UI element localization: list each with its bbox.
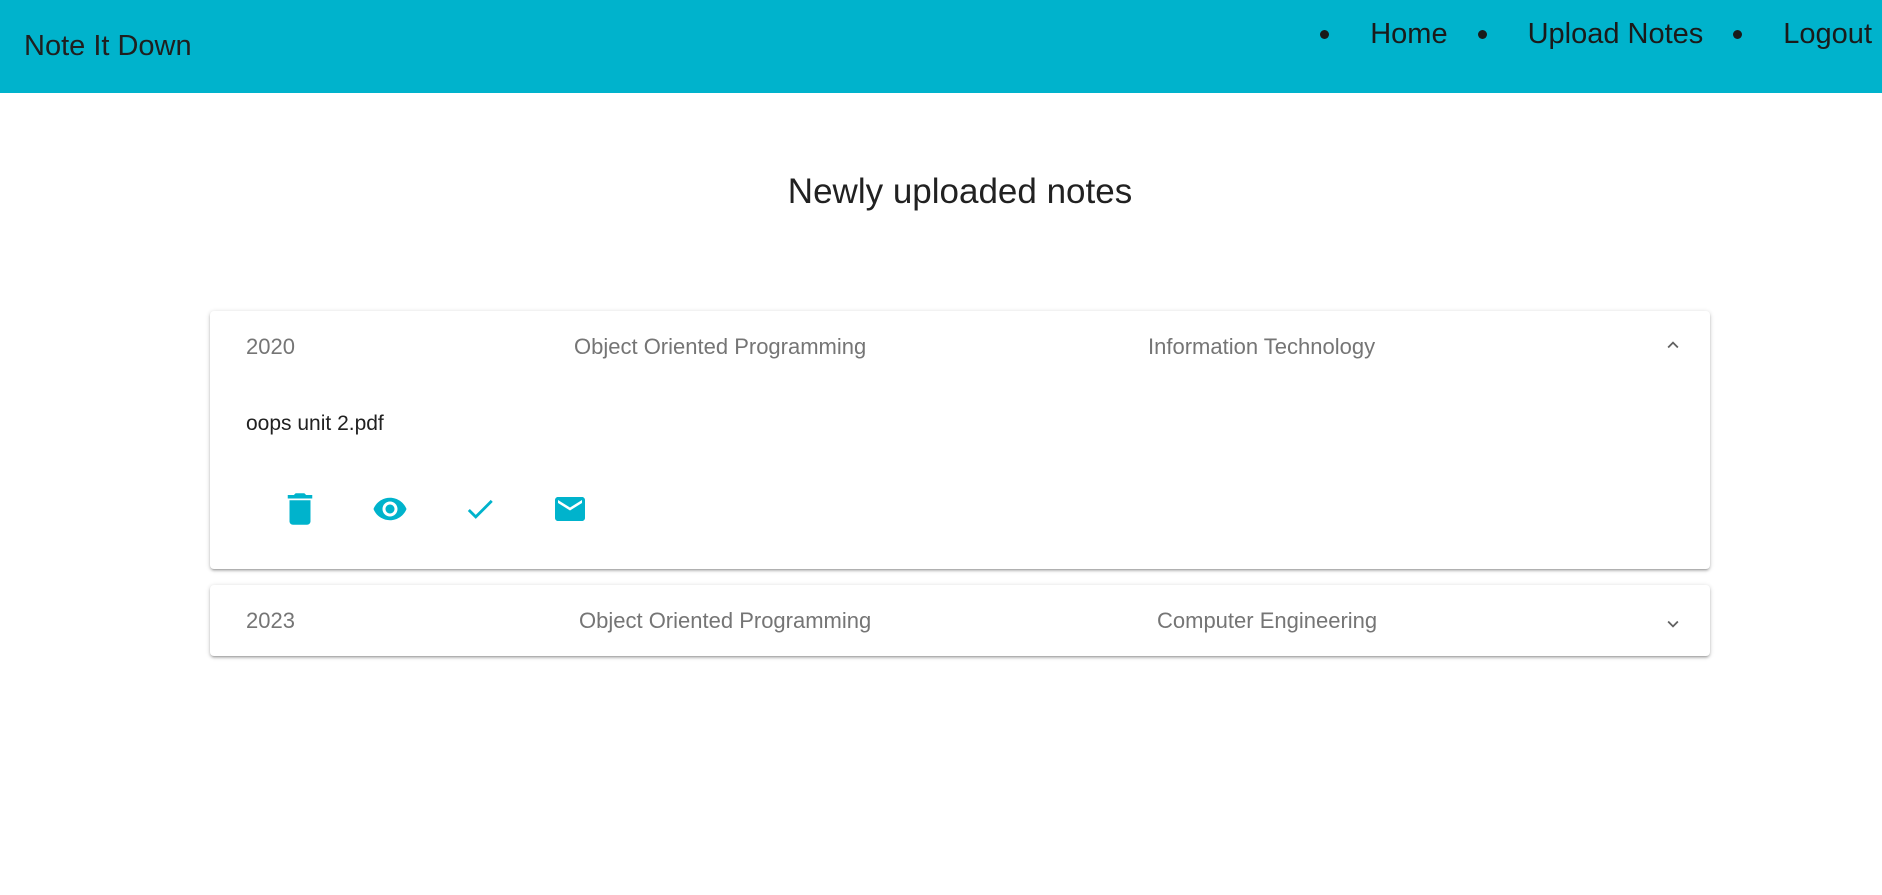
chevron-up-icon[interactable]	[1662, 334, 1684, 356]
nav-links: Home Upload Notes Logout	[1320, 15, 1872, 53]
note-card-header[interactable]: 2023 Object Oriented Programming Compute…	[210, 585, 1710, 657]
page-title: Newly uploaded notes	[787, 172, 1133, 211]
note-card-header[interactable]: 2020 Object Oriented Programming Informa…	[210, 311, 1710, 383]
nav-link-upload-notes[interactable]: Upload Notes	[1528, 18, 1704, 51]
email-icon	[555, 497, 585, 521]
view-button[interactable]	[366, 485, 414, 533]
brand-link[interactable]: Note It Down	[24, 28, 192, 64]
nav-item-logout: Logout	[1733, 15, 1872, 53]
nav-item-upload-notes: Upload Notes	[1477, 15, 1734, 53]
nav-link-logout[interactable]: Logout	[1783, 18, 1872, 51]
chevron-down-icon[interactable]	[1662, 613, 1684, 635]
bullet-icon	[1320, 29, 1330, 39]
note-actions	[276, 485, 636, 533]
note-subject: Object Oriented Programming	[574, 334, 867, 359]
nav-link-home[interactable]: Home	[1370, 18, 1447, 51]
approve-button[interactable]	[456, 485, 504, 533]
nav-item-home: Home	[1320, 15, 1477, 53]
check-icon	[467, 499, 493, 519]
email-button[interactable]	[546, 485, 594, 533]
note-card-expanded: 2020 Object Oriented Programming Informa…	[210, 311, 1710, 569]
note-year: 2020	[246, 334, 295, 359]
note-branch: Computer Engineering	[1157, 608, 1378, 633]
note-subject: Object Oriented Programming	[579, 608, 872, 633]
eye-icon	[373, 497, 407, 521]
note-file-name: oops unit 2.pdf	[246, 412, 384, 435]
delete-button[interactable]	[276, 485, 324, 533]
bullet-icon	[1477, 29, 1487, 39]
note-card-collapsed: 2023 Object Oriented Programming Compute…	[210, 585, 1710, 656]
navbar: Note It Down Home Upload Notes Logout	[0, 0, 1882, 93]
note-year: 2023	[246, 608, 295, 633]
note-branch: Information Technology	[1148, 334, 1376, 359]
delete-icon	[287, 493, 313, 525]
bullet-icon	[1733, 29, 1743, 39]
